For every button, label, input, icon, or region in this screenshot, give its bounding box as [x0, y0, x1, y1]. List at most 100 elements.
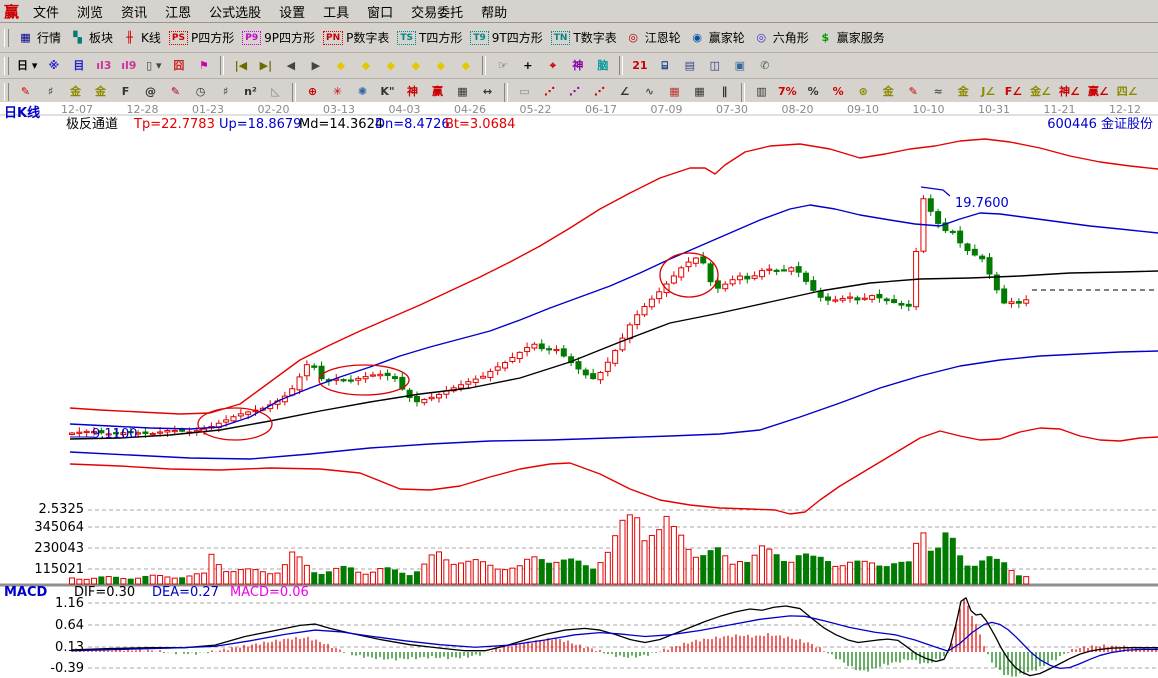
toolbar-grip[interactable]	[4, 57, 9, 75]
kline-button[interactable]: ╫K线	[117, 28, 165, 47]
k-quote-button[interactable]: K"	[375, 83, 400, 101]
zoom-label-button[interactable]: ⌖	[540, 57, 565, 75]
sectors-button[interactable]: ▚板块	[65, 28, 117, 47]
n-square-button[interactable]: n²	[238, 83, 263, 101]
gann-wheel-button[interactable]: ◎江恩轮	[621, 28, 685, 47]
grid-red-button[interactable]: ▦	[662, 83, 687, 101]
menu-item-2[interactable]: 资讯	[112, 0, 156, 23]
percent-line-button[interactable]: %	[826, 83, 851, 101]
shen-tool-button[interactable]: 神	[565, 57, 590, 75]
gann-diamond-3-button[interactable]: ◆	[378, 57, 403, 75]
gann-diamond-5-button[interactable]: ◆	[428, 57, 453, 75]
menu-item-5[interactable]: 设置	[270, 0, 314, 23]
zigzag-button[interactable]: ∿	[637, 83, 662, 101]
hexagon-button[interactable]: ◎六角形	[749, 28, 813, 47]
gann-diamond-2-button[interactable]: ◆	[353, 57, 378, 75]
number-grid-button[interactable]: ▦	[450, 83, 475, 101]
toolbar-grip[interactable]	[4, 29, 9, 47]
gold-segment-b-button[interactable]: 金	[88, 83, 113, 101]
f-angle-icon: F∠	[1005, 84, 1022, 100]
fib-line-button[interactable]: F	[113, 83, 138, 101]
next-page-button[interactable]: ▶	[303, 57, 328, 75]
stats-bars-button[interactable]: ▥	[749, 83, 774, 101]
mobile-button[interactable]: ✆	[752, 57, 777, 75]
candle-style-dropdown[interactable]: ▯ ▾	[141, 57, 166, 75]
winner-wheel-button[interactable]: ◉赢家轮	[685, 28, 749, 47]
macd-tick-2: 0.64	[28, 619, 84, 632]
star-web-button[interactable]: ✳	[325, 83, 350, 101]
gann-grid-blue-icon[interactable]: ※	[41, 57, 66, 75]
crosshair-button[interactable]: +	[515, 57, 540, 75]
menu-item-6[interactable]: 工具	[314, 0, 358, 23]
quotes-button[interactable]: ▦行情	[13, 28, 65, 47]
notebook-button[interactable]: ▤	[677, 57, 702, 75]
fan-red-a-button[interactable]: ⋰	[537, 83, 562, 101]
spider-web-button[interactable]: ✺	[350, 83, 375, 101]
gold-line-b-button[interactable]: 金	[951, 83, 976, 101]
calculator-button[interactable]: ⌸	[652, 57, 677, 75]
brush-tool-button[interactable]: ✎	[13, 83, 38, 101]
menu-item-8[interactable]: 交易委托	[402, 0, 472, 23]
j-angle-button[interactable]: J∠	[976, 83, 1001, 101]
si-angle-button[interactable]: 四∠	[1113, 83, 1142, 101]
brain-tool-button[interactable]: 脑	[590, 57, 615, 75]
menu-item-4[interactable]: 公式选股	[200, 0, 270, 23]
9t-square-button[interactable]: T99T四方形	[466, 28, 546, 47]
ying-angle-button[interactable]: 赢∠	[1084, 83, 1113, 101]
fan-red-b-button[interactable]: ⋰	[587, 83, 612, 101]
pattern-red-icon[interactable]: 囧	[166, 57, 191, 75]
toolbar-grip[interactable]	[4, 83, 9, 101]
save-button[interactable]: ◫	[702, 57, 727, 75]
gold-angle-button[interactable]: 金∠	[1026, 83, 1055, 101]
web-send-button[interactable]: ▣	[727, 57, 752, 75]
gann-diamond-6-button[interactable]: ◆	[453, 57, 478, 75]
fan-purple-button[interactable]: ⋰	[562, 83, 587, 101]
period-day-dropdown[interactable]: 日 ▾	[13, 57, 41, 75]
gold-circle-button[interactable]: ⊛	[851, 83, 876, 101]
wave-line-button[interactable]: ≈	[926, 83, 951, 101]
f-angle-button[interactable]: F∠	[1001, 83, 1026, 101]
gann-diamond-4-button[interactable]: ◆	[403, 57, 428, 75]
percent-button[interactable]: %	[801, 83, 826, 101]
angle-tool-button[interactable]: ∠	[612, 83, 637, 101]
parallel-button[interactable]: ∥	[712, 83, 737, 101]
t-square-button[interactable]: TST四方形	[393, 28, 466, 47]
calendar-button[interactable]: 21	[627, 57, 652, 75]
9p-square-button[interactable]: P99P四方形	[238, 28, 319, 47]
menu-item-1[interactable]: 浏览	[68, 0, 112, 23]
detail-board-icon[interactable]: 目	[66, 57, 91, 75]
gann-lines-button[interactable]: ♯	[38, 83, 63, 101]
menu-item-0[interactable]: 文件	[24, 0, 68, 23]
brush-bars-button[interactable]: ✎	[901, 83, 926, 101]
price-lines-button[interactable]: ♯	[213, 83, 238, 101]
gann-compass-button[interactable]: ⊕	[300, 83, 325, 101]
gold-line-button[interactable]: 金	[876, 83, 901, 101]
first-page-button[interactable]: |◀	[228, 57, 253, 75]
percent7-button[interactable]: 7%	[774, 83, 801, 101]
prev-page-button[interactable]: ◀	[278, 57, 303, 75]
drag-hand-button[interactable]: ☞	[490, 57, 515, 75]
menu-item-7[interactable]: 窗口	[358, 0, 402, 23]
last-page-button[interactable]: ▶|	[253, 57, 278, 75]
gold-segment-a-button[interactable]: 金	[63, 83, 88, 101]
shen-red-button[interactable]: 神	[400, 83, 425, 101]
t-number-table-button[interactable]: TNT数字表	[547, 28, 621, 47]
time-cycle-button[interactable]: ◷	[188, 83, 213, 101]
grid-dark-button[interactable]: ▦	[687, 83, 712, 101]
set-square-button[interactable]: ◺	[263, 83, 288, 101]
minute9-chart-icon[interactable]: ıl9	[116, 57, 141, 75]
menu-item-3[interactable]: 江恩	[156, 0, 200, 23]
brush2-tool-button[interactable]: ✎	[163, 83, 188, 101]
color-flag-icon[interactable]: ⚑	[191, 57, 216, 75]
p-number-table-button[interactable]: PNP数字表	[319, 28, 393, 47]
rect-tool-button[interactable]: ▭	[512, 83, 537, 101]
shen-angle-button[interactable]: 神∠	[1055, 83, 1084, 101]
minute3-chart-icon[interactable]: ıl3	[91, 57, 116, 75]
menu-item-9[interactable]: 帮助	[472, 0, 516, 23]
p-square-button[interactable]: PSP四方形	[165, 28, 238, 47]
winner-service-button[interactable]: $赢家服务	[813, 28, 889, 47]
gann-diamond-1-button[interactable]: ◆	[328, 57, 353, 75]
ying-red-button[interactable]: 赢	[425, 83, 450, 101]
spiral-button[interactable]: @	[138, 83, 163, 101]
width-measure-button[interactable]: ↔	[475, 83, 500, 101]
